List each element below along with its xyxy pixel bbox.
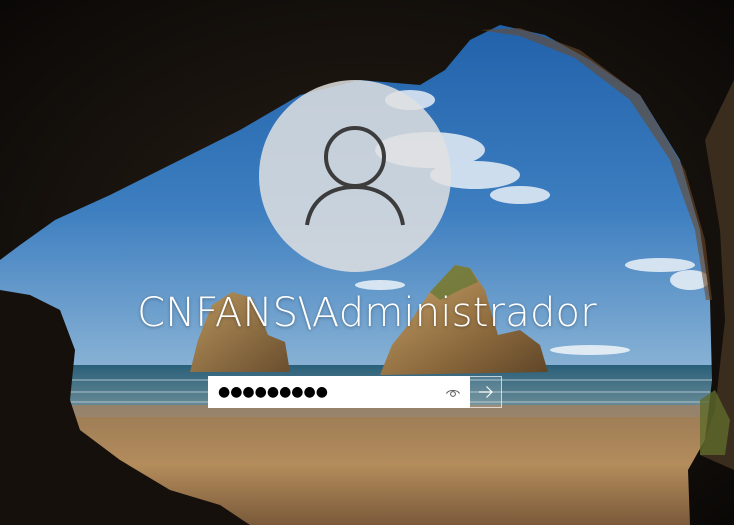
user-icon xyxy=(305,126,405,226)
password-field[interactable]: ●●●●●●●●● xyxy=(208,376,470,408)
arrow-right-icon xyxy=(478,386,493,398)
user-avatar xyxy=(259,80,451,272)
submit-button[interactable] xyxy=(470,376,502,408)
user-display-name: CNFANS\Administrador xyxy=(137,290,597,336)
eye-icon[interactable] xyxy=(445,385,461,401)
password-row: ●●●●●●●●● xyxy=(208,376,502,408)
password-value[interactable]: ●●●●●●●●● xyxy=(209,385,328,399)
